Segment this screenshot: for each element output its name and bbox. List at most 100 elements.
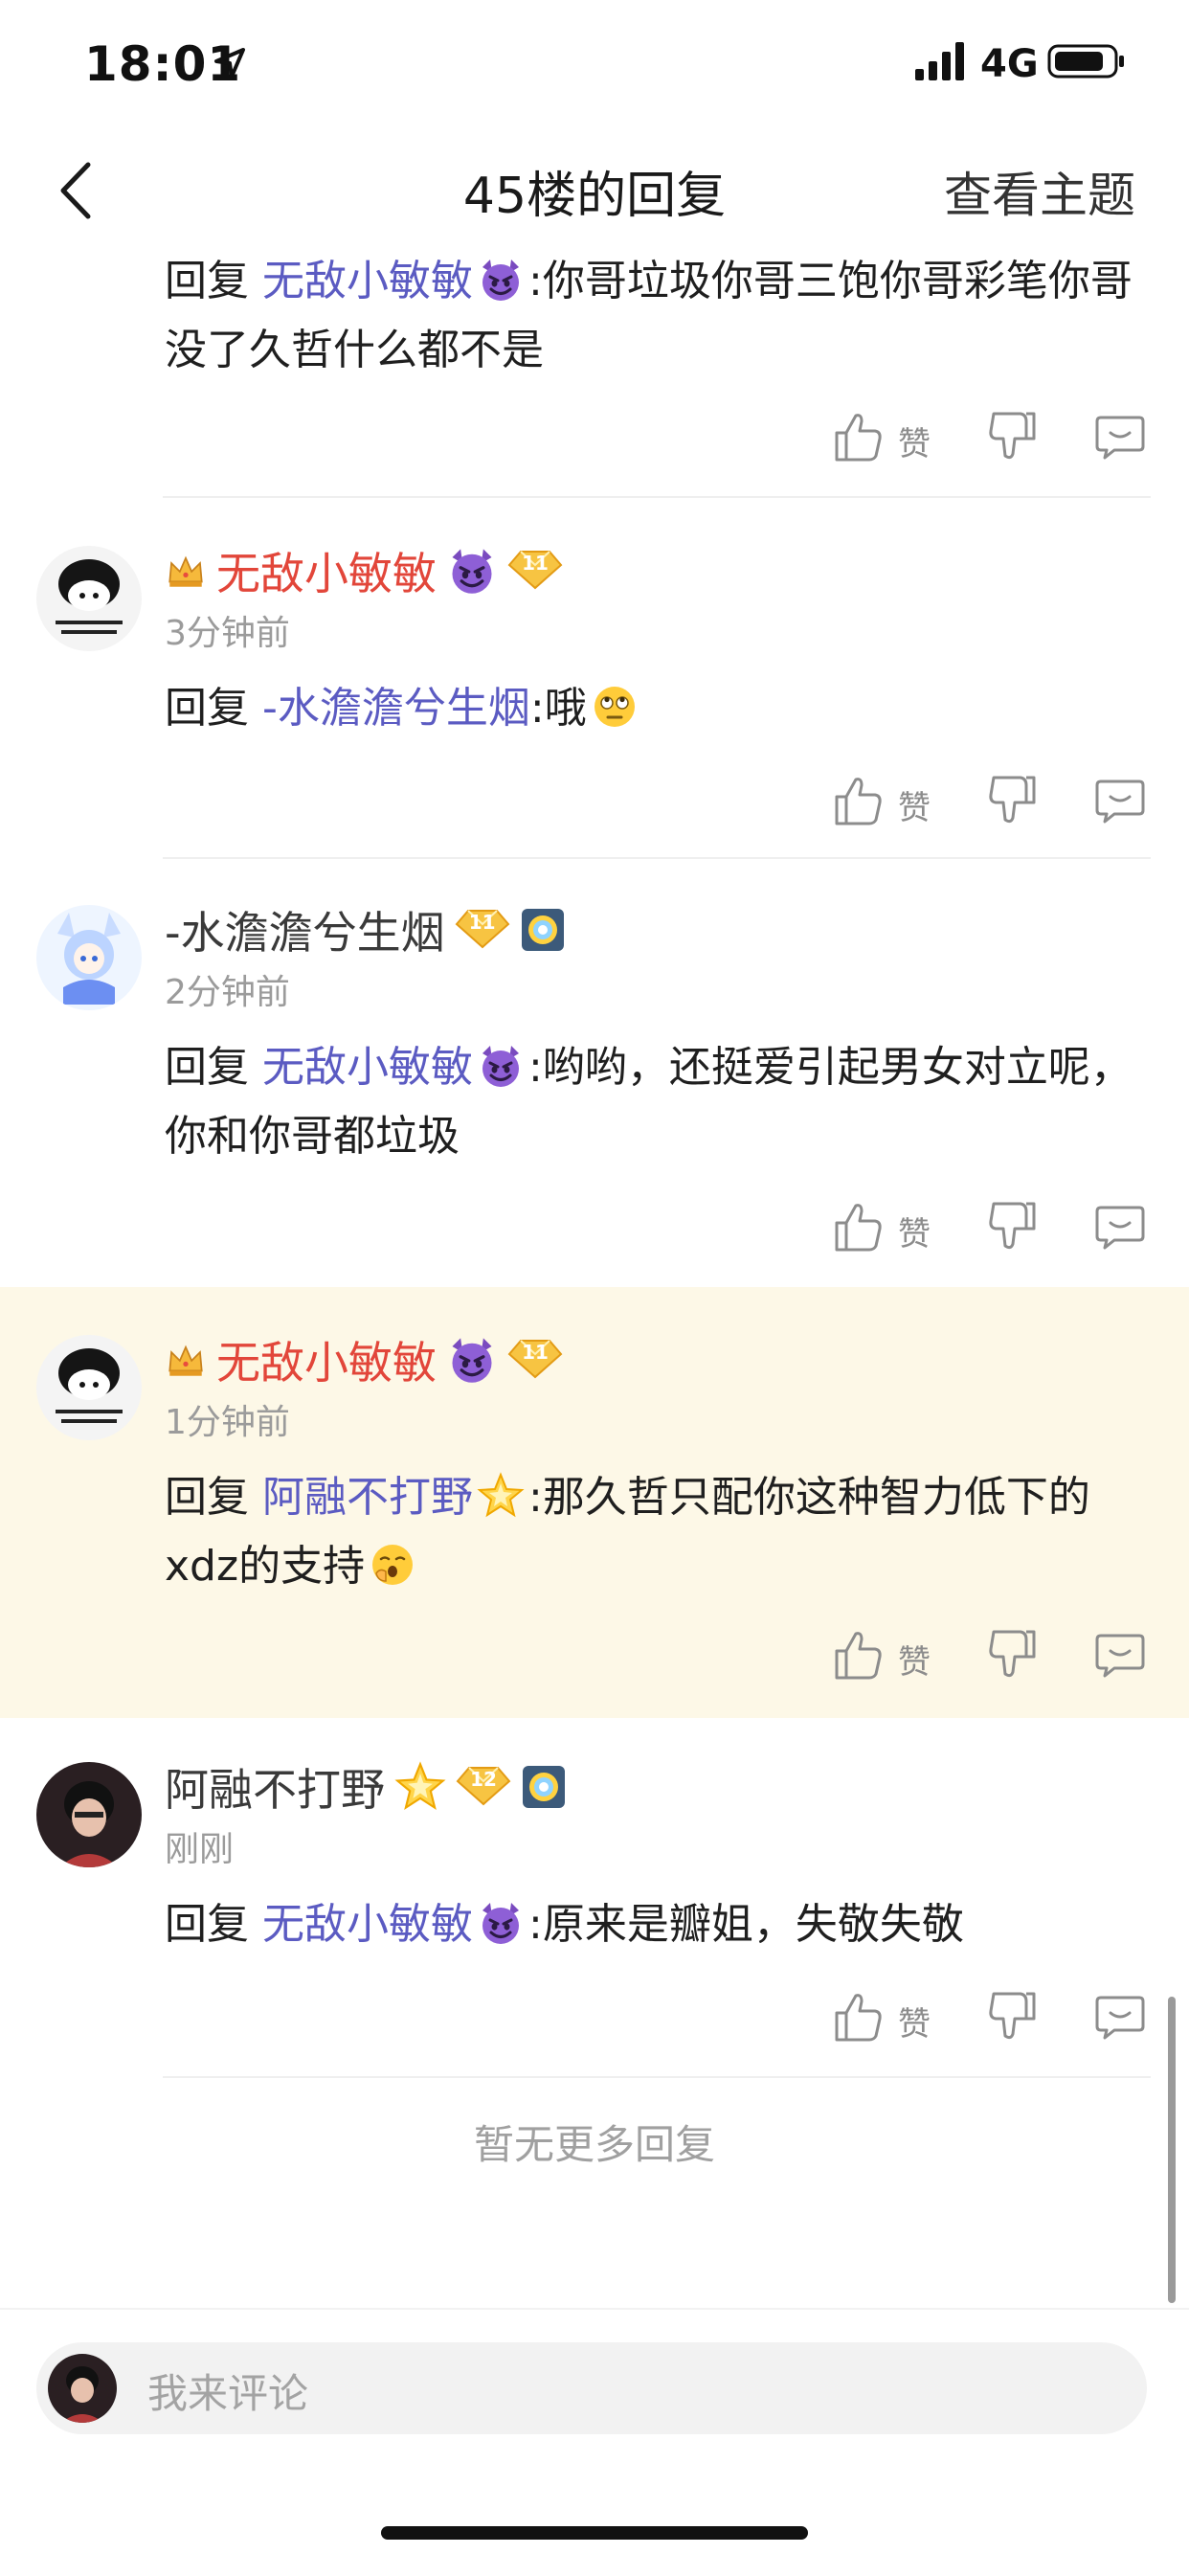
reply-prefix: 回复 bbox=[165, 1900, 249, 1949]
reply-item-highlighted: 无敌小敏敏 11 1分钟前 回复 阿融不打野:那久哲只配你这种智力低下的xdz的… bbox=[0, 1287, 1189, 1718]
thumbs-down-icon[interactable] bbox=[986, 1990, 1038, 2044]
level-badge: 12 bbox=[456, 1764, 511, 1810]
level-badge: 11 bbox=[507, 1337, 563, 1383]
avatar[interactable] bbox=[36, 1335, 142, 1440]
comment-input[interactable]: 我来评论 bbox=[36, 2342, 1147, 2434]
thumbs-up-icon[interactable] bbox=[833, 1628, 885, 1682]
reply-content: 回复 无敌小敏敏 :原来是瓣姐，失敬失敬 bbox=[165, 1890, 1151, 1959]
eye-roll-emoji-icon bbox=[591, 683, 639, 731]
member-badge-icon bbox=[520, 907, 566, 953]
reply-actions: 赞 bbox=[833, 410, 1158, 467]
reply-actions: 赞 bbox=[833, 774, 1158, 831]
reply-text: :哦 bbox=[529, 684, 587, 733]
reply-actions: 赞 bbox=[833, 1990, 1158, 2047]
username[interactable]: -水澹澹兮生烟 bbox=[165, 898, 445, 961]
devil-emoji-icon bbox=[477, 1899, 525, 1947]
reply-content: 回复 阿融不打野:那久哲只配你这种智力低下的xdz的支持 bbox=[165, 1463, 1151, 1601]
timestamp: 2分钟前 bbox=[165, 973, 290, 1012]
mention-link[interactable]: 阿融不打野 bbox=[262, 1473, 473, 1522]
thumbs-up-icon[interactable] bbox=[833, 1990, 885, 2044]
level-number: 11 bbox=[522, 552, 549, 575]
reply-actions: 赞 bbox=[833, 1628, 1158, 1685]
avatar[interactable] bbox=[36, 905, 142, 1010]
like-label[interactable]: 赞 bbox=[898, 1208, 931, 1254]
thumbs-up-icon[interactable] bbox=[833, 410, 885, 463]
battery-icon bbox=[1047, 44, 1124, 79]
my-avatar[interactable] bbox=[48, 2354, 117, 2423]
devil-emoji-icon bbox=[446, 1334, 498, 1386]
crown-icon bbox=[165, 1339, 207, 1381]
thumbs-down-icon[interactable] bbox=[986, 410, 1038, 463]
divider bbox=[163, 2076, 1151, 2078]
level-number: 12 bbox=[470, 1768, 497, 1791]
level-number: 11 bbox=[468, 911, 496, 934]
timestamp: 1分钟前 bbox=[165, 1403, 290, 1442]
mention-link[interactable]: 无敌小敏敏 bbox=[262, 257, 473, 305]
user-line: -水澹澹兮生烟 11 bbox=[165, 899, 566, 960]
devil-emoji-icon bbox=[477, 1042, 525, 1090]
comment-bubble-icon[interactable] bbox=[1093, 1200, 1147, 1254]
avatar[interactable] bbox=[36, 546, 142, 651]
reply-prefix: 回复 bbox=[165, 1473, 249, 1522]
like-label[interactable]: 赞 bbox=[898, 418, 931, 464]
star-emoji-icon bbox=[394, 1761, 446, 1813]
star-emoji-icon bbox=[477, 1472, 525, 1520]
comment-bubble-icon[interactable] bbox=[1093, 410, 1147, 463]
reply-content: 回复 -水澹澹兮生烟:哦 bbox=[165, 674, 1151, 743]
reply-item: 无敌小敏敏 11 3分钟前 回复 -水澹澹兮生烟:哦 赞 bbox=[0, 517, 1189, 857]
mention-link[interactable]: 无敌小敏敏 bbox=[262, 1043, 473, 1092]
reply-prefix: 回复 bbox=[165, 257, 249, 305]
reply-item-continued: 回复 无敌小敏敏:你哥垃圾你哥三饱你哥彩笔你哥没了久哲什么都不是 赞 bbox=[0, 239, 1189, 498]
username[interactable]: 无敌小敏敏 bbox=[216, 539, 437, 602]
timestamp: 3分钟前 bbox=[165, 614, 290, 653]
mention-link[interactable]: -水澹澹兮生烟 bbox=[262, 684, 530, 733]
devil-emoji-icon bbox=[446, 545, 498, 597]
timestamp: 刚刚 bbox=[165, 1830, 235, 1869]
avatar[interactable] bbox=[36, 1762, 142, 1867]
thumbs-up-icon[interactable] bbox=[833, 774, 885, 827]
reply-actions: 赞 bbox=[833, 1200, 1158, 1257]
comment-bubble-icon[interactable] bbox=[1093, 1990, 1147, 2044]
status-bar: 18:01 4G bbox=[0, 0, 1189, 134]
reply-text: :原来是瓣姐，失敬失敬 bbox=[528, 1900, 964, 1949]
crown-icon bbox=[165, 550, 207, 592]
comment-bubble-icon[interactable] bbox=[1093, 1628, 1147, 1682]
thumbs-down-icon[interactable] bbox=[986, 1200, 1038, 1254]
devil-emoji-icon bbox=[477, 256, 525, 304]
network-type: 4G bbox=[980, 42, 1039, 86]
signal-icon bbox=[915, 42, 964, 80]
location-arrow-icon bbox=[214, 48, 245, 79]
level-badge: 11 bbox=[455, 907, 510, 953]
yawn-emoji-icon bbox=[369, 1541, 416, 1589]
reply-prefix: 回复 bbox=[165, 1043, 249, 1092]
comment-placeholder: 我来评论 bbox=[147, 2370, 309, 2417]
thumbs-down-icon[interactable] bbox=[986, 1628, 1038, 1682]
mention-link[interactable]: 无敌小敏敏 bbox=[262, 1900, 473, 1949]
like-label[interactable]: 赞 bbox=[898, 1998, 931, 2045]
scrollbar[interactable] bbox=[1168, 1997, 1176, 2303]
reply-item: 阿融不打野 12 刚刚 回复 无敌小敏敏 :原来是瓣姐，失敬失敬 赞 bbox=[0, 1737, 1189, 2082]
username[interactable]: 阿融不打野 bbox=[165, 1755, 385, 1819]
reply-content: 回复 无敌小敏敏:你哥垃圾你哥三饱你哥彩笔你哥没了久哲什么都不是 bbox=[165, 247, 1151, 385]
user-line: 无敌小敏敏 11 bbox=[165, 1329, 563, 1390]
level-badge: 11 bbox=[507, 548, 563, 594]
user-line: 无敌小敏敏 11 bbox=[165, 540, 563, 601]
member-badge-icon bbox=[521, 1764, 567, 1810]
divider bbox=[163, 857, 1151, 859]
reply-content: 回复 无敌小敏敏:哟哟，还挺爱引起男女对立呢，你和你哥都垃圾 bbox=[165, 1033, 1151, 1171]
reply-prefix: 回复 bbox=[165, 684, 249, 733]
divider bbox=[163, 496, 1151, 498]
nav-bar: 45楼的回复 查看主题 bbox=[0, 134, 1189, 249]
username[interactable]: 无敌小敏敏 bbox=[216, 1328, 437, 1391]
like-label[interactable]: 赞 bbox=[898, 781, 931, 828]
like-label[interactable]: 赞 bbox=[898, 1636, 931, 1683]
no-more-replies-text: 暂无更多回复 bbox=[473, 2121, 715, 2168]
reply-item: -水澹澹兮生烟 11 2分钟前 回复 无敌小敏敏:哟哟，还挺爱引起男女对立呢，你… bbox=[0, 876, 1189, 1283]
level-number: 11 bbox=[522, 1341, 549, 1364]
thumbs-up-icon[interactable] bbox=[833, 1200, 885, 1254]
home-indicator[interactable] bbox=[381, 2526, 808, 2540]
user-line: 阿融不打野 12 bbox=[165, 1756, 567, 1818]
view-topic-button[interactable]: 查看主题 bbox=[944, 157, 1135, 226]
comment-bubble-icon[interactable] bbox=[1093, 774, 1147, 827]
thumbs-down-icon[interactable] bbox=[986, 774, 1038, 827]
